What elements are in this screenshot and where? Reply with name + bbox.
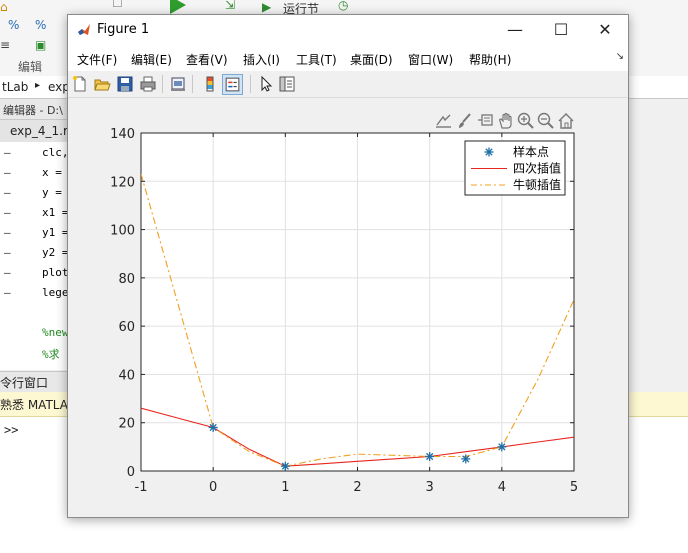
figure-titlebar[interactable]: Figure 1 — ☐ ✕ <box>68 15 628 45</box>
menu-tools[interactable]: 工具(T) <box>296 51 337 68</box>
code-editor[interactable]: – clc, – x = – y = – x1 = – y1 = – y2 = – plot … <box>0 142 69 370</box>
matlab-logo-icon <box>78 24 90 35</box>
sample-point-marker <box>497 442 507 452</box>
y-tick-label: 60 <box>118 320 135 335</box>
y-tick-label: 140 <box>110 127 135 142</box>
legend-toggle-button[interactable] <box>222 74 243 95</box>
figure-title: Figure 1 <box>97 22 150 37</box>
toolbar-separator <box>250 75 251 93</box>
figure-window[interactable]: Figure 1 — ☐ ✕ 文件(F) 编辑(E) 查看(V) 插入(I) 工… <box>67 14 629 518</box>
sample-point-marker <box>208 423 218 433</box>
property-inspector-icon[interactable] <box>278 75 296 93</box>
menu-file[interactable]: 文件(F) <box>77 51 117 68</box>
menu-help[interactable]: 帮助(H) <box>469 51 511 68</box>
legend-label: 牛顿插值 <box>513 177 561 192</box>
colorbar-icon[interactable] <box>201 75 219 93</box>
y-tick-label: 20 <box>118 417 135 432</box>
advance-icon[interactable]: ⇲ <box>225 0 235 12</box>
print-icon[interactable] <box>139 75 157 93</box>
address-segment-1[interactable]: tLab <box>2 80 28 94</box>
command-window-title: 令行窗口 <box>0 371 68 392</box>
new-file-icon[interactable] <box>71 75 89 93</box>
y-tick-label: 80 <box>118 272 135 287</box>
sample-point-marker <box>425 452 435 462</box>
editor-tab-label[interactable]: exp_4_1.r <box>10 124 68 138</box>
toolbar-separator <box>162 75 163 93</box>
menu-overflow-icon[interactable]: ↘ <box>616 51 624 62</box>
x-tick-label: 0 <box>209 480 217 495</box>
legend-icon <box>225 77 240 92</box>
edit-group-label: 编辑 <box>18 60 43 74</box>
command-window-title-text: 令行窗口 <box>0 376 49 390</box>
run-options-icon[interactable]: ☐ <box>112 0 123 10</box>
x-tick-label: 1 <box>281 480 289 495</box>
minimize-button[interactable]: — <box>492 15 538 45</box>
maximize-button[interactable]: ☐ <box>538 15 584 45</box>
menu-desktop[interactable]: 桌面(D) <box>350 51 393 68</box>
pointer-icon[interactable] <box>257 75 275 93</box>
command-prompt: >> <box>4 423 19 437</box>
comment-icon[interactable]: % <box>35 18 46 32</box>
legend-label: 样本点 <box>513 144 549 159</box>
menu-edit[interactable]: 编辑(E) <box>131 51 172 68</box>
x-tick-label: 2 <box>353 480 361 495</box>
smart-indent-icon[interactable]: ▣ <box>35 38 46 52</box>
menu-window[interactable]: 窗口(W) <box>408 51 453 68</box>
y-tick-label: 100 <box>110 224 135 239</box>
figure-toolbar <box>68 71 628 98</box>
editor-tab[interactable]: exp_4_1.r <box>0 120 68 142</box>
editor-title-text: 编辑器 - D:\ <box>3 104 63 117</box>
legend-label: 四次插值 <box>513 161 561 176</box>
save-icon[interactable] <box>116 75 134 93</box>
legend-marker-sample <box>484 147 494 157</box>
x-tick-label: 4 <box>498 480 506 495</box>
y-tick-label: 40 <box>118 368 135 383</box>
indent-icon[interactable]: ≡ <box>0 38 10 52</box>
toolbar-separator <box>192 75 193 93</box>
run-time-icon[interactable]: ◷ <box>338 0 348 12</box>
percent-icon[interactable]: % <box>8 18 19 32</box>
menu-view[interactable]: 查看(V) <box>186 51 228 68</box>
menu-insert[interactable]: 插入(I) <box>243 51 280 68</box>
paste-icon[interactable]: ⌂ <box>0 0 8 14</box>
open-folder-icon[interactable] <box>93 75 111 93</box>
y-tick-label: 120 <box>110 175 135 190</box>
banner-text[interactable]: 熟悉 MATLA <box>0 396 68 413</box>
y-tick-label: 0 <box>127 465 135 480</box>
close-button[interactable]: ✕ <box>582 15 628 45</box>
chart[interactable]: -1 0 1 2 3 4 5020406080100120140样本点四次插值牛顿插值 <box>68 98 628 517</box>
run-section-icon[interactable]: ▶ <box>262 0 271 14</box>
x-tick-label: 3 <box>426 480 434 495</box>
plot-area[interactable]: -1 0 1 2 3 4 5 0 20 40 60 80 100 120 140 样本点 四次插值 牛顿插值 <box>68 98 628 517</box>
figure-menubar: 文件(F) 编辑(E) 查看(V) 插入(I) 工具(T) 桌面(D) 窗口(W… <box>68 45 628 71</box>
x-tick-label: 5 <box>570 480 578 495</box>
sample-point-marker <box>461 454 471 464</box>
run-icon[interactable] <box>170 0 186 14</box>
editor-title: 编辑器 - D:\ <box>0 99 68 120</box>
address-separator: ▸ <box>35 80 41 91</box>
x-tick-label: -1 <box>135 480 148 495</box>
print-preview-icon[interactable] <box>169 75 187 93</box>
